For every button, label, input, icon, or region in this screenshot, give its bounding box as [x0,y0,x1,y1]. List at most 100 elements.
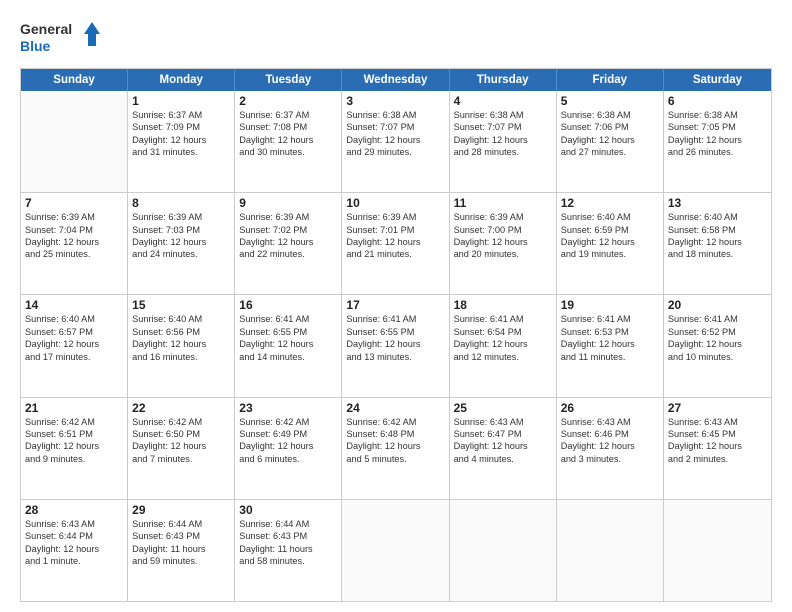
day-info: Sunrise: 6:41 AMSunset: 6:54 PMDaylight:… [454,313,552,363]
calendar-cell [450,500,557,601]
calendar-cell: 20Sunrise: 6:41 AMSunset: 6:52 PMDayligh… [664,295,771,396]
day-number: 24 [346,401,444,415]
calendar-cell: 12Sunrise: 6:40 AMSunset: 6:59 PMDayligh… [557,193,664,294]
logo-icon: General Blue [20,18,110,58]
day-number: 26 [561,401,659,415]
calendar-row: 1Sunrise: 6:37 AMSunset: 7:09 PMDaylight… [21,91,771,192]
weekday-header: Sunday [21,69,128,91]
weekday-header: Tuesday [235,69,342,91]
day-number: 11 [454,196,552,210]
day-number: 14 [25,298,123,312]
day-info: Sunrise: 6:44 AMSunset: 6:43 PMDaylight:… [239,518,337,568]
logo: General Blue [20,18,110,58]
day-info: Sunrise: 6:40 AMSunset: 6:57 PMDaylight:… [25,313,123,363]
day-info: Sunrise: 6:39 AMSunset: 7:03 PMDaylight:… [132,211,230,261]
calendar-cell: 24Sunrise: 6:42 AMSunset: 6:48 PMDayligh… [342,398,449,499]
weekday-header: Monday [128,69,235,91]
day-info: Sunrise: 6:42 AMSunset: 6:50 PMDaylight:… [132,416,230,466]
day-number: 3 [346,94,444,108]
calendar-cell: 17Sunrise: 6:41 AMSunset: 6:55 PMDayligh… [342,295,449,396]
calendar-cell: 9Sunrise: 6:39 AMSunset: 7:02 PMDaylight… [235,193,342,294]
calendar-cell: 21Sunrise: 6:42 AMSunset: 6:51 PMDayligh… [21,398,128,499]
calendar-cell: 29Sunrise: 6:44 AMSunset: 6:43 PMDayligh… [128,500,235,601]
calendar-cell: 3Sunrise: 6:38 AMSunset: 7:07 PMDaylight… [342,91,449,192]
day-info: Sunrise: 6:41 AMSunset: 6:55 PMDaylight:… [239,313,337,363]
day-info: Sunrise: 6:39 AMSunset: 7:04 PMDaylight:… [25,211,123,261]
calendar-cell: 19Sunrise: 6:41 AMSunset: 6:53 PMDayligh… [557,295,664,396]
day-info: Sunrise: 6:38 AMSunset: 7:06 PMDaylight:… [561,109,659,159]
day-number: 17 [346,298,444,312]
day-info: Sunrise: 6:39 AMSunset: 7:01 PMDaylight:… [346,211,444,261]
calendar-cell: 4Sunrise: 6:38 AMSunset: 7:07 PMDaylight… [450,91,557,192]
calendar-body: 1Sunrise: 6:37 AMSunset: 7:09 PMDaylight… [21,91,771,601]
calendar-cell: 11Sunrise: 6:39 AMSunset: 7:00 PMDayligh… [450,193,557,294]
calendar-cell: 16Sunrise: 6:41 AMSunset: 6:55 PMDayligh… [235,295,342,396]
day-number: 12 [561,196,659,210]
day-number: 7 [25,196,123,210]
day-info: Sunrise: 6:38 AMSunset: 7:07 PMDaylight:… [346,109,444,159]
day-info: Sunrise: 6:40 AMSunset: 6:58 PMDaylight:… [668,211,767,261]
calendar-cell [557,500,664,601]
calendar-cell: 18Sunrise: 6:41 AMSunset: 6:54 PMDayligh… [450,295,557,396]
day-info: Sunrise: 6:40 AMSunset: 6:59 PMDaylight:… [561,211,659,261]
day-info: Sunrise: 6:37 AMSunset: 7:09 PMDaylight:… [132,109,230,159]
day-number: 28 [25,503,123,517]
day-info: Sunrise: 6:39 AMSunset: 7:00 PMDaylight:… [454,211,552,261]
calendar-row: 21Sunrise: 6:42 AMSunset: 6:51 PMDayligh… [21,397,771,499]
day-info: Sunrise: 6:41 AMSunset: 6:52 PMDaylight:… [668,313,767,363]
day-number: 8 [132,196,230,210]
day-info: Sunrise: 6:42 AMSunset: 6:51 PMDaylight:… [25,416,123,466]
calendar-cell: 27Sunrise: 6:43 AMSunset: 6:45 PMDayligh… [664,398,771,499]
page-header: General Blue [20,18,772,58]
day-number: 13 [668,196,767,210]
day-info: Sunrise: 6:42 AMSunset: 6:48 PMDaylight:… [346,416,444,466]
day-number: 22 [132,401,230,415]
day-info: Sunrise: 6:44 AMSunset: 6:43 PMDaylight:… [132,518,230,568]
calendar-cell [664,500,771,601]
day-number: 27 [668,401,767,415]
calendar-cell: 15Sunrise: 6:40 AMSunset: 6:56 PMDayligh… [128,295,235,396]
day-number: 20 [668,298,767,312]
day-number: 2 [239,94,337,108]
weekday-header: Friday [557,69,664,91]
day-number: 5 [561,94,659,108]
weekday-header: Saturday [664,69,771,91]
day-info: Sunrise: 6:39 AMSunset: 7:02 PMDaylight:… [239,211,337,261]
day-info: Sunrise: 6:41 AMSunset: 6:55 PMDaylight:… [346,313,444,363]
calendar-cell: 10Sunrise: 6:39 AMSunset: 7:01 PMDayligh… [342,193,449,294]
calendar-cell: 28Sunrise: 6:43 AMSunset: 6:44 PMDayligh… [21,500,128,601]
day-number: 30 [239,503,337,517]
weekday-header: Wednesday [342,69,449,91]
calendar-cell: 30Sunrise: 6:44 AMSunset: 6:43 PMDayligh… [235,500,342,601]
calendar-cell: 6Sunrise: 6:38 AMSunset: 7:05 PMDaylight… [664,91,771,192]
calendar: SundayMondayTuesdayWednesdayThursdayFrid… [20,68,772,602]
day-info: Sunrise: 6:42 AMSunset: 6:49 PMDaylight:… [239,416,337,466]
calendar-row: 7Sunrise: 6:39 AMSunset: 7:04 PMDaylight… [21,192,771,294]
day-number: 19 [561,298,659,312]
calendar-cell: 23Sunrise: 6:42 AMSunset: 6:49 PMDayligh… [235,398,342,499]
day-number: 4 [454,94,552,108]
calendar-cell [21,91,128,192]
calendar-cell: 14Sunrise: 6:40 AMSunset: 6:57 PMDayligh… [21,295,128,396]
day-number: 25 [454,401,552,415]
calendar-header: SundayMondayTuesdayWednesdayThursdayFrid… [21,69,771,91]
calendar-cell: 22Sunrise: 6:42 AMSunset: 6:50 PMDayligh… [128,398,235,499]
calendar-cell: 7Sunrise: 6:39 AMSunset: 7:04 PMDaylight… [21,193,128,294]
calendar-cell: 1Sunrise: 6:37 AMSunset: 7:09 PMDaylight… [128,91,235,192]
day-number: 1 [132,94,230,108]
calendar-cell [342,500,449,601]
svg-text:General: General [20,21,72,37]
calendar-cell: 5Sunrise: 6:38 AMSunset: 7:06 PMDaylight… [557,91,664,192]
day-info: Sunrise: 6:37 AMSunset: 7:08 PMDaylight:… [239,109,337,159]
calendar-row: 14Sunrise: 6:40 AMSunset: 6:57 PMDayligh… [21,294,771,396]
calendar-row: 28Sunrise: 6:43 AMSunset: 6:44 PMDayligh… [21,499,771,601]
calendar-cell: 26Sunrise: 6:43 AMSunset: 6:46 PMDayligh… [557,398,664,499]
day-info: Sunrise: 6:41 AMSunset: 6:53 PMDaylight:… [561,313,659,363]
day-info: Sunrise: 6:40 AMSunset: 6:56 PMDaylight:… [132,313,230,363]
calendar-cell: 13Sunrise: 6:40 AMSunset: 6:58 PMDayligh… [664,193,771,294]
day-number: 6 [668,94,767,108]
day-number: 29 [132,503,230,517]
calendar-cell: 8Sunrise: 6:39 AMSunset: 7:03 PMDaylight… [128,193,235,294]
day-number: 23 [239,401,337,415]
day-info: Sunrise: 6:38 AMSunset: 7:07 PMDaylight:… [454,109,552,159]
